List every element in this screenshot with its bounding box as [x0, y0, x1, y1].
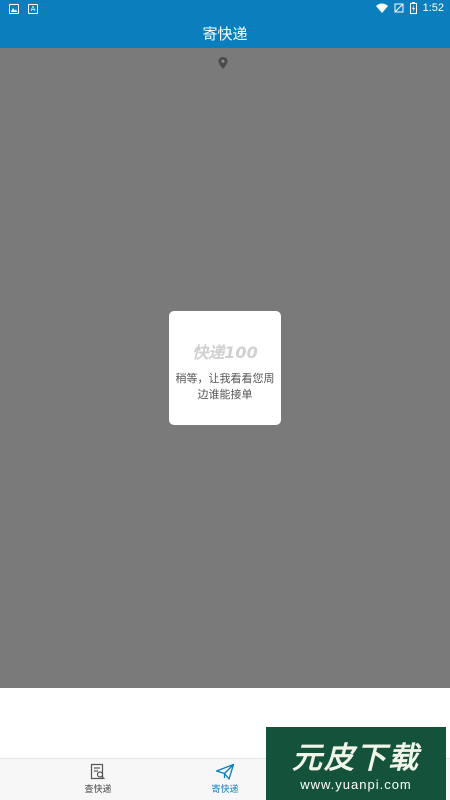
watermark-title: 元皮下载 [292, 741, 420, 776]
map-area[interactable]: 快递100 稍等，让我看看您周边谁能接单 [0, 48, 450, 688]
wifi-icon [375, 3, 388, 13]
loading-dialog: 快递100 稍等，让我看看您周边谁能接单 [169, 311, 281, 425]
tab-label: 查快递 [84, 785, 112, 795]
status-bar: A 1:52 [0, 0, 450, 18]
tab-query-express[interactable]: 查快递 [58, 763, 138, 795]
tab-label: 寄快递 [211, 785, 239, 795]
app-bar: 寄快递 [0, 18, 450, 48]
watermark-url: www.yuanpi.com [300, 777, 412, 792]
watermark: 元皮下载 www.yuanpi.com [266, 727, 446, 800]
battery-charging-icon [409, 2, 417, 14]
a-icon: A [28, 4, 38, 14]
clock: 1:52 [422, 2, 444, 14]
send-plane-icon [215, 763, 235, 780]
page-title: 寄快递 [202, 24, 248, 43]
loading-message: 稍等，让我看看您周边谁能接单 [175, 372, 275, 401]
search-document-icon [90, 763, 105, 780]
kuaidi100-logo: 快递100 [192, 343, 258, 362]
tab-send-express[interactable]: 寄快递 [185, 763, 265, 795]
location-pin-icon [218, 57, 228, 69]
image-icon [9, 4, 19, 14]
no-signal-icon [394, 3, 404, 13]
